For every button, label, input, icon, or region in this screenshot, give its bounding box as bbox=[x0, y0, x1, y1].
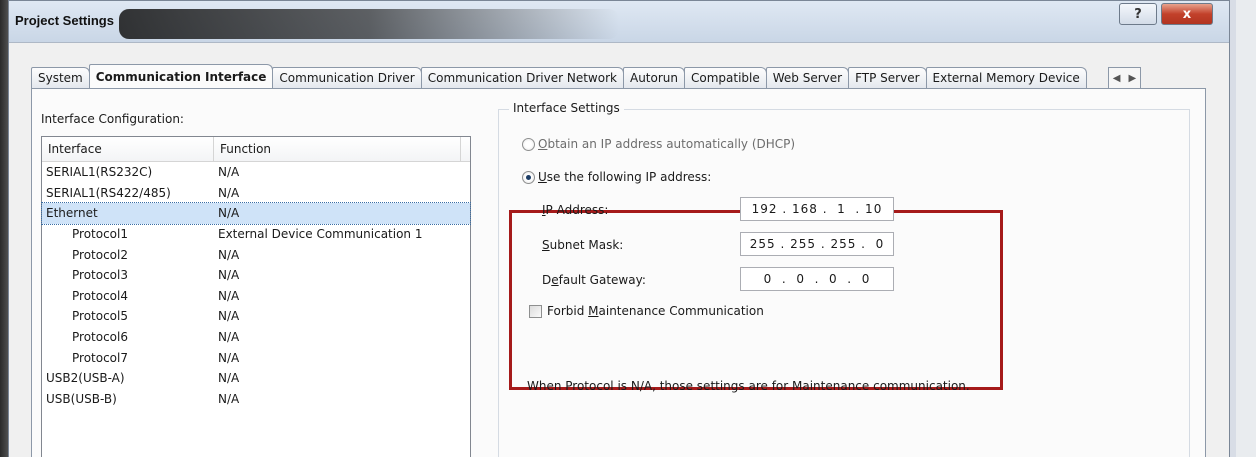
function-cell: N/A bbox=[218, 206, 240, 221]
dhcp-radio[interactable] bbox=[522, 137, 535, 151]
function-cell: N/A bbox=[218, 165, 240, 180]
interface-configuration-label: Interface Configuration: bbox=[41, 112, 184, 126]
list-item[interactable]: Protocol7 N/A bbox=[42, 347, 470, 368]
desktop-background-right bbox=[1236, 0, 1256, 457]
tab-ftp-server[interactable]: FTP Server bbox=[848, 67, 927, 88]
interface-list[interactable]: Interface Function SERIAL1(RS232C) N/A S… bbox=[41, 136, 471, 457]
tab-compatible[interactable]: Compatible bbox=[684, 67, 767, 88]
interface-cell: Ethernet bbox=[46, 206, 98, 221]
forbid-maintenance-checkbox[interactable] bbox=[529, 304, 542, 318]
tab-communication-driver-network[interactable]: Communication Driver Network bbox=[420, 67, 624, 88]
scroll-right-icon[interactable]: ▶ bbox=[1129, 73, 1137, 84]
forbid-maintenance-label: Forbid Maintenance Communication bbox=[547, 304, 764, 318]
ip-address-field[interactable]: 192 . 168 . 1 . 10 bbox=[740, 197, 894, 221]
interface-cell: Protocol6 bbox=[72, 330, 128, 345]
list-item[interactable]: Protocol3 N/A bbox=[42, 265, 470, 286]
list-item[interactable]: Protocol6 N/A bbox=[42, 327, 470, 348]
list-header: Interface Function bbox=[42, 137, 470, 162]
interface-settings-title: Interface Settings bbox=[509, 101, 624, 115]
default-gateway-field[interactable]: 0 . 0 . 0 . 0 bbox=[740, 267, 894, 291]
list-item[interactable]: Protocol5 N/A bbox=[42, 306, 470, 327]
interface-cell: Protocol1 bbox=[72, 227, 128, 242]
subnet-mask-label: Subnet Mask: bbox=[542, 238, 624, 252]
tab-strip: System Communication Interface Communica… bbox=[31, 64, 1206, 88]
forbid-maintenance-option[interactable]: Forbid Maintenance Communication bbox=[529, 304, 764, 318]
tab-autorun[interactable]: Autorun bbox=[622, 67, 685, 88]
ip-address-label: IP Address: bbox=[542, 203, 609, 217]
help-button[interactable]: ? bbox=[1119, 3, 1157, 25]
title-bar: Project Settings ? x bbox=[9, 1, 1229, 43]
tab-system[interactable]: System bbox=[31, 67, 90, 88]
tab-communication-interface[interactable]: Communication Interface bbox=[88, 64, 274, 88]
list-item[interactable]: USB2(USB-A) N/A bbox=[42, 368, 470, 389]
interface-cell: Protocol7 bbox=[72, 350, 128, 365]
function-cell: N/A bbox=[218, 247, 240, 262]
scroll-left-icon[interactable]: ◀ bbox=[1113, 73, 1121, 84]
list-item[interactable]: SERIAL1(RS232C) N/A bbox=[42, 162, 470, 183]
list-item-selected[interactable]: Ethernet N/A bbox=[41, 202, 471, 225]
default-gateway-label: Default Gateway: bbox=[542, 273, 646, 287]
function-cell: N/A bbox=[218, 350, 240, 365]
static-ip-label: Use the following IP address: bbox=[538, 170, 712, 184]
tab-external-memory-device[interactable]: External Memory Device bbox=[925, 67, 1087, 88]
communication-interface-panel: Interface Configuration: Interface Funct… bbox=[31, 88, 1206, 457]
function-cell: N/A bbox=[218, 309, 240, 324]
column-header-interface[interactable]: Interface bbox=[42, 137, 214, 161]
window-title: Project Settings bbox=[15, 13, 114, 28]
list-item[interactable]: SERIAL1(RS422/485) N/A bbox=[42, 183, 470, 204]
dialog-content: System Communication Interface Communica… bbox=[9, 44, 1229, 457]
list-item[interactable]: Protocol1 External Device Communication … bbox=[42, 224, 470, 245]
function-cell: N/A bbox=[218, 288, 240, 303]
list-item[interactable]: Protocol2 N/A bbox=[42, 244, 470, 265]
function-cell: External Device Communication 1 bbox=[218, 227, 423, 242]
maintenance-note: When Protocol is N/A, those settings are… bbox=[527, 379, 970, 393]
dhcp-label: Obtain an IP address automatically (DHCP… bbox=[538, 137, 796, 151]
function-cell: N/A bbox=[218, 371, 240, 386]
static-ip-radio[interactable] bbox=[522, 170, 535, 184]
static-ip-radio-option[interactable]: Use the following IP address: bbox=[522, 170, 711, 184]
list-item[interactable]: Protocol4 N/A bbox=[42, 286, 470, 307]
column-header-function[interactable]: Function bbox=[214, 137, 461, 161]
list-item[interactable]: USB(USB-B) N/A bbox=[42, 389, 470, 410]
tab-scroll-buttons: ◀ ▶ bbox=[1107, 67, 1142, 88]
help-icon: ? bbox=[1134, 6, 1142, 22]
subnet-mask-field[interactable]: 255 . 255 . 255 . 0 bbox=[740, 232, 894, 256]
interface-cell: SERIAL1(RS422/485) bbox=[46, 185, 171, 200]
tab-communication-driver[interactable]: Communication Driver bbox=[272, 67, 422, 88]
function-cell: N/A bbox=[218, 330, 240, 345]
interface-cell: USB(USB-B) bbox=[46, 391, 117, 406]
interface-cell: Protocol2 bbox=[72, 247, 128, 262]
function-cell: N/A bbox=[218, 391, 240, 406]
title-bar-shadow bbox=[119, 9, 619, 39]
interface-cell: USB2(USB-A) bbox=[46, 371, 125, 386]
function-cell: N/A bbox=[218, 185, 240, 200]
project-settings-dialog: Project Settings ? x System Communicatio… bbox=[8, 0, 1230, 457]
interface-cell: Protocol4 bbox=[72, 288, 128, 303]
tab-web-server[interactable]: Web Server bbox=[765, 67, 850, 88]
function-cell: N/A bbox=[218, 268, 240, 283]
interface-cell: Protocol3 bbox=[72, 268, 128, 283]
close-icon: x bbox=[1182, 6, 1192, 22]
interface-cell: SERIAL1(RS232C) bbox=[46, 165, 153, 180]
close-button[interactable]: x bbox=[1161, 3, 1213, 25]
interface-cell: Protocol5 bbox=[72, 309, 128, 324]
dhcp-radio-option[interactable]: Obtain an IP address automatically (DHCP… bbox=[522, 137, 795, 151]
